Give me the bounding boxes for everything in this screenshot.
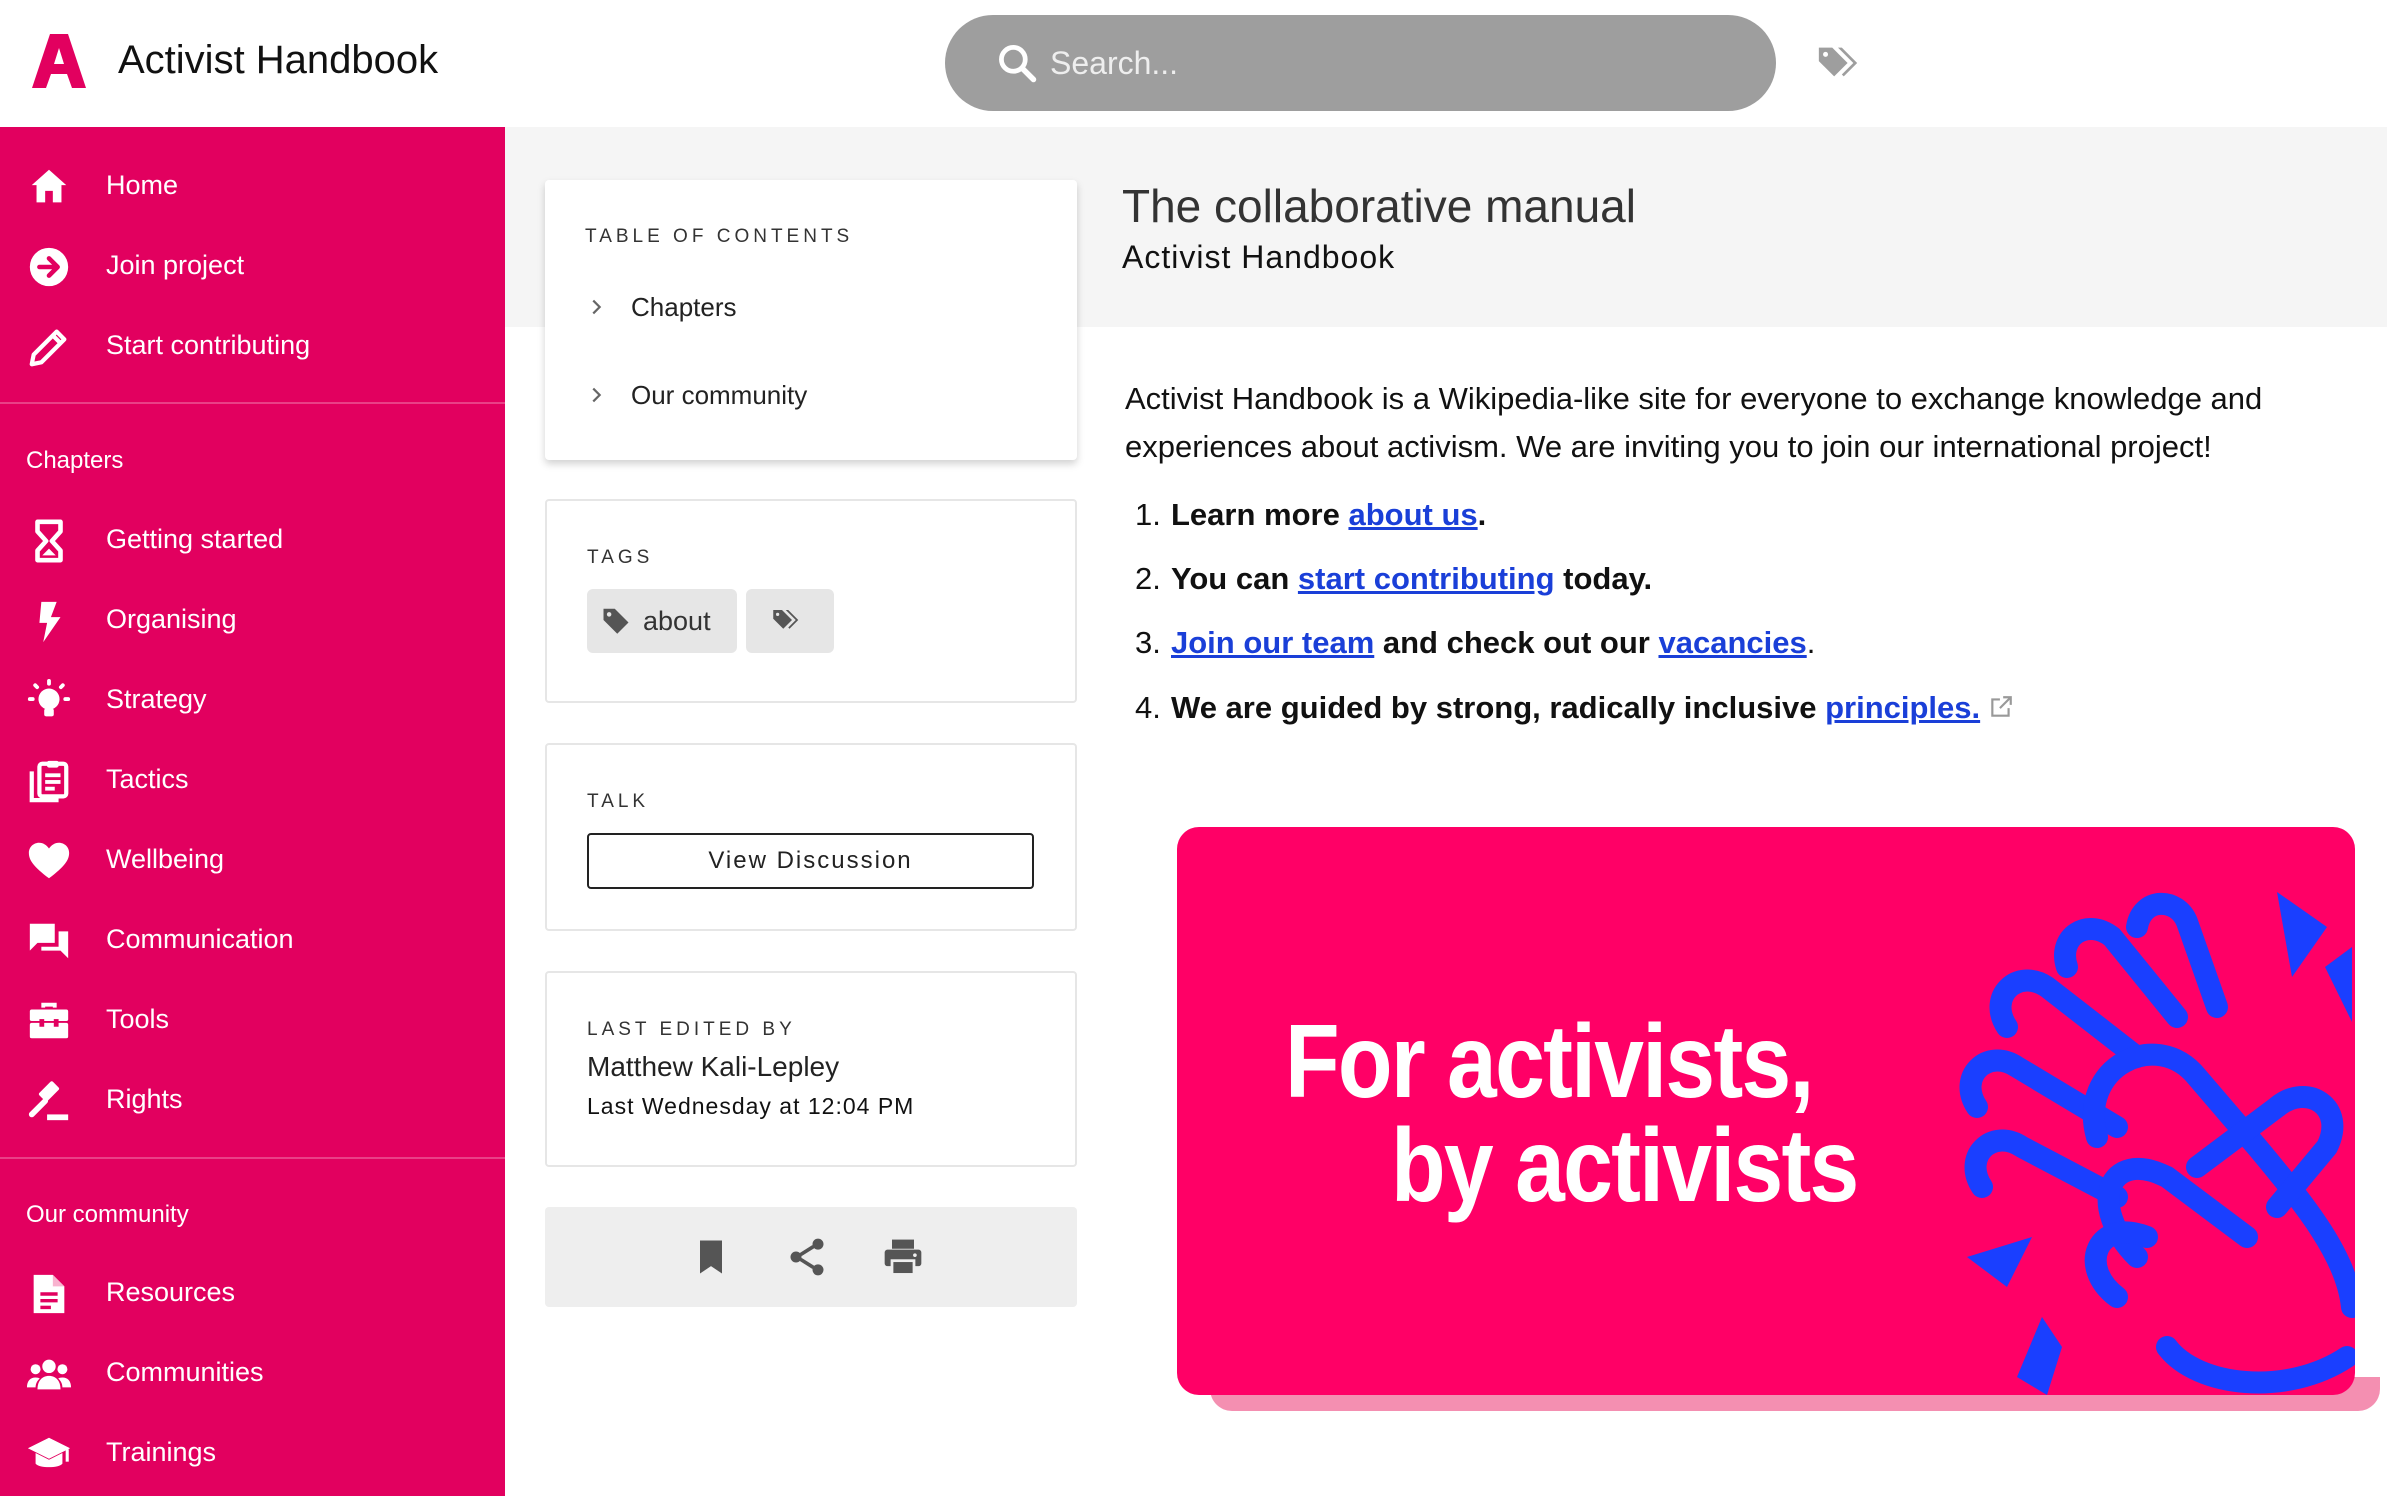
- talk-card: TALK View Discussion: [545, 743, 1077, 931]
- sidebar-divider: [0, 1157, 505, 1159]
- edit-timestamp: Last Wednesday at 12:04 PM: [587, 1093, 915, 1119]
- last-edited-title: LAST EDITED BY: [587, 1019, 796, 1040]
- sidebar-item-join-project[interactable]: Join project: [0, 230, 505, 300]
- chevron-right-icon: [592, 299, 602, 315]
- sidebar-divider: [0, 402, 505, 404]
- bookmark-icon[interactable]: [689, 1235, 733, 1279]
- page-actions-bar: [545, 1207, 1077, 1307]
- external-link-icon: [1991, 696, 2012, 717]
- document-icon: [33, 1274, 65, 1314]
- page-subtitle: Activist Handbook: [1122, 239, 1396, 275]
- list-item: 3. Join our team and check out our vacanc…: [1135, 625, 1816, 660]
- sidebar-item-home[interactable]: Home: [0, 150, 505, 220]
- toolbox-icon: [29, 1002, 69, 1039]
- talk-title: TALK: [587, 791, 650, 812]
- app-title[interactable]: Activist Handbook: [118, 38, 438, 83]
- people-icon: [26, 1359, 72, 1390]
- toc-item-chapters[interactable]: Chapters: [585, 288, 1025, 328]
- gavel-icon: [28, 1081, 69, 1121]
- all-tags-button[interactable]: [746, 589, 834, 653]
- vacancies-link[interactable]: vacancies: [1658, 625, 1806, 660]
- print-icon[interactable]: [881, 1235, 925, 1279]
- pencil-icon: [29, 329, 67, 367]
- clipboard-icon: [29, 760, 69, 803]
- sidebar-item-strategy[interactable]: Strategy: [0, 664, 505, 734]
- tags-card: TAGS about: [545, 499, 1077, 703]
- top-header: Activist Handbook: [0, 0, 2387, 127]
- lightning-icon: [39, 601, 61, 643]
- search-input[interactable]: [1050, 37, 1730, 89]
- banner-text-line1: For activists,: [1285, 1004, 1814, 1120]
- list-item: 2. You can start contributing today.: [1135, 561, 1653, 596]
- sidebar-item-tactics[interactable]: Tactics: [0, 744, 505, 814]
- sidebar-item-organising[interactable]: Organising: [0, 584, 505, 654]
- banner-text-line2: by activists: [1391, 1108, 1859, 1224]
- list-item: 1. Learn more about us.: [1135, 497, 1487, 532]
- chat-icon: [29, 923, 69, 959]
- hourglass-icon: [35, 519, 63, 563]
- sidebar-item-start-contributing[interactable]: Start contributing: [0, 310, 505, 380]
- clapping-hands-illustration: [1959, 892, 2355, 1395]
- heart-icon: [28, 842, 70, 879]
- sidebar-item-communication[interactable]: Communication: [0, 904, 505, 974]
- sidebar-item-communities[interactable]: Communities: [0, 1337, 505, 1407]
- intro-paragraph: Activist Handbook is a Wikipedia-like si…: [1125, 381, 2263, 464]
- list-item: 4. We are guided by strong, radically inc…: [1135, 690, 2014, 726]
- page-title: The collaborative manual: [1122, 180, 1636, 232]
- search-icon: [999, 45, 1037, 83]
- home-icon: [31, 169, 67, 203]
- tag-icon: [603, 608, 629, 634]
- sidebar-item-wellbeing[interactable]: Wellbeing: [0, 824, 505, 894]
- toc-card: TABLE OF CONTENTS Chapters Our community: [545, 180, 1077, 460]
- sidebar-item-trainings[interactable]: Trainings: [0, 1417, 505, 1487]
- sidebar: Home Join project Start contributing Cha…: [0, 127, 505, 1496]
- start-contributing-link[interactable]: start contributing: [1298, 561, 1555, 596]
- join-our-team-link[interactable]: Join our team: [1171, 625, 1374, 660]
- toc-title: TABLE OF CONTENTS: [585, 226, 854, 247]
- hero-banner: For activists, by activists: [1177, 827, 2355, 1395]
- sidebar-item-rights[interactable]: Rights: [0, 1064, 505, 1134]
- toc-item-our-community[interactable]: Our community: [585, 376, 1025, 416]
- tags-icon: [773, 610, 799, 629]
- sidebar-item-getting-started[interactable]: Getting started: [0, 504, 505, 574]
- arrow-right-circle-icon: [29, 247, 69, 287]
- sidebar-section-chapters: Chapters: [26, 447, 124, 474]
- tags-title: TAGS: [587, 547, 654, 568]
- editor-name[interactable]: Matthew Kali-Lepley: [587, 1051, 839, 1083]
- view-discussion-button[interactable]: View Discussion: [587, 833, 1034, 889]
- last-edited-card: LAST EDITED BY Matthew Kali-Lepley Last …: [545, 971, 1077, 1167]
- sidebar-item-resources[interactable]: Resources: [0, 1257, 505, 1327]
- principles-link[interactable]: principles.: [1825, 690, 1980, 725]
- main-content: TABLE OF CONTENTS Chapters Our community…: [505, 127, 2387, 1496]
- tags-icon[interactable]: [1815, 40, 1861, 86]
- graduation-cap-icon: [27, 1437, 71, 1468]
- tags-list: about: [587, 589, 1047, 653]
- share-icon[interactable]: [785, 1235, 829, 1279]
- activist-handbook-logo-icon[interactable]: [30, 32, 88, 90]
- lightbulb-icon: [27, 678, 71, 717]
- chevron-right-icon: [592, 387, 602, 403]
- tag-chip-about[interactable]: about: [587, 589, 737, 653]
- sidebar-section-our-community: Our community: [26, 1201, 189, 1228]
- sidebar-item-tools[interactable]: Tools: [0, 984, 505, 1054]
- search-bar[interactable]: [945, 15, 1776, 111]
- about-us-link[interactable]: about us: [1348, 497, 1477, 532]
